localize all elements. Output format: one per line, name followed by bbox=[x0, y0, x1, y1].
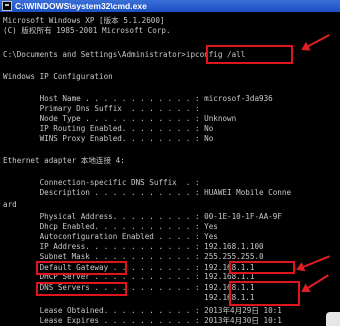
console-line: Windows IP Configuration bbox=[3, 72, 113, 81]
console-line: ard bbox=[3, 200, 17, 209]
console-line: Primary Dns Suffix . . . . . . . : bbox=[3, 104, 200, 113]
console-line: IP Address. . . . . . . . . . . . : 192.… bbox=[3, 242, 264, 251]
console-line: IP Routing Enabled. . . . . . . . : No bbox=[3, 124, 214, 133]
console-line: Ethernet adapter 本地连接 4: bbox=[3, 156, 125, 165]
console-line: WINS Proxy Enabled. . . . . . . . : No bbox=[3, 134, 214, 143]
window-titlebar[interactable]: C:\WINDOWS\system32\cmd.exe bbox=[0, 0, 340, 12]
console-line: Lease Expires . . . . . . . . . . : 2013… bbox=[3, 316, 282, 325]
window-title: C:\WINDOWS\system32\cmd.exe bbox=[15, 1, 147, 11]
console-line: Lease Obtained. . . . . . . . . . : 2013… bbox=[3, 306, 282, 315]
window-corner bbox=[326, 312, 340, 326]
cmd-icon bbox=[2, 1, 12, 11]
dns-label-highlight-box bbox=[36, 282, 127, 296]
console-line: (C) 版权所有 1985-2001 Microsoft Corp. bbox=[3, 26, 171, 35]
console-line: Dhcp Enabled. . . . . . . . . . . : Yes bbox=[3, 222, 218, 231]
console-line: Connection-specific DNS Suffix . : bbox=[3, 178, 200, 187]
console-line: Microsoft Windows XP [版本 5.1.2600] bbox=[3, 16, 165, 25]
gateway-value-highlight-box bbox=[229, 261, 295, 274]
gateway-label-highlight-box bbox=[36, 261, 127, 275]
console-line: Host Name . . . . . . . . . . . . : micr… bbox=[3, 94, 273, 103]
console-line: Description . . . . . . . . . . . : HUAW… bbox=[3, 188, 292, 197]
console-line: Physical Address. . . . . . . . . : 00-1… bbox=[3, 212, 282, 221]
console-line: Autoconfiguration Enabled . . . . : Yes bbox=[3, 232, 218, 241]
console-line: Node Type . . . . . . . . . . . . : Unkn… bbox=[3, 114, 237, 123]
command-highlight-box bbox=[206, 45, 293, 64]
dns-value-highlight-box bbox=[229, 281, 300, 306]
